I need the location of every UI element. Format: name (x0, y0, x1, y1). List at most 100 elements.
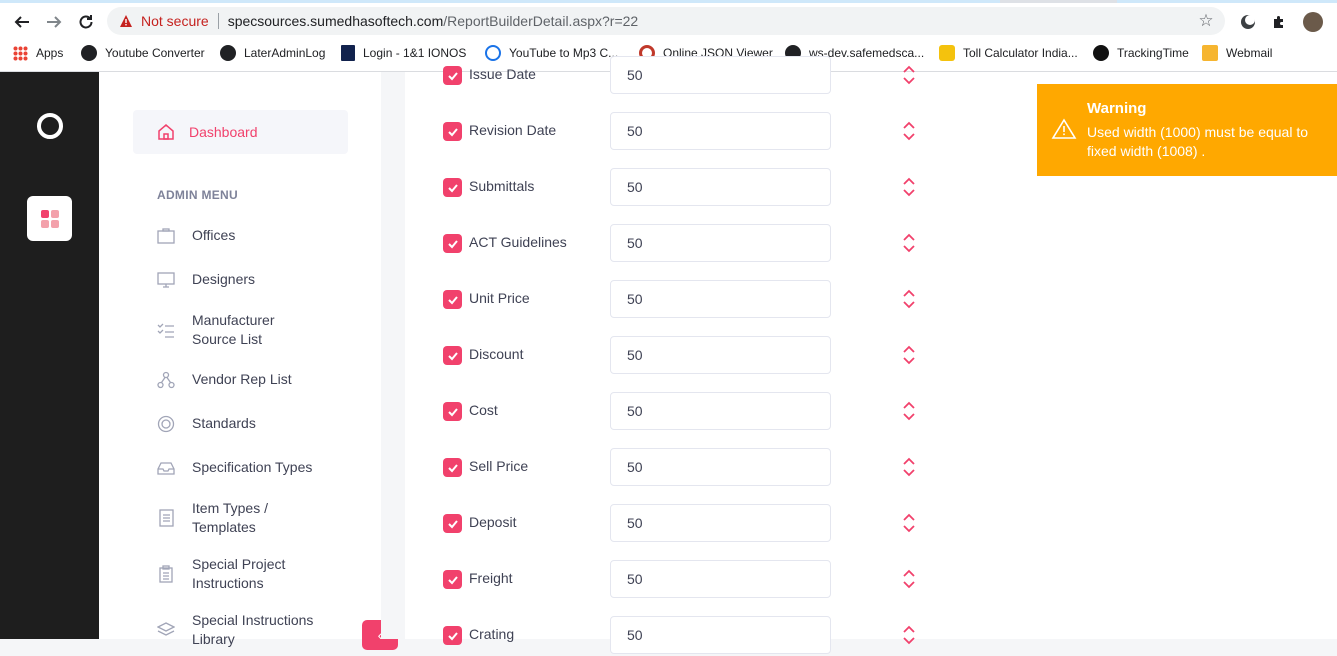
bookmark-label: TrackingTime (1117, 46, 1189, 60)
sort-handle-icon[interactable] (901, 624, 917, 646)
inbox-tray-icon (157, 461, 175, 475)
check-icon (447, 183, 458, 192)
column-width-input[interactable] (610, 112, 831, 150)
sidebar-item-label: Designers (192, 271, 256, 287)
url-host[interactable]: specsources.sumedhasoftech.com (228, 13, 444, 29)
moon-extension-icon[interactable] (1238, 12, 1258, 32)
sidebar-item-manufacturer-source-list[interactable]: Manufacturer Source List (157, 311, 357, 349)
omnibox-separator (217, 13, 219, 29)
bookmark-label: Youtube Converter (105, 46, 205, 60)
column-width-input[interactable] (610, 616, 831, 654)
arrow-left-icon (14, 16, 29, 28)
ionos-icon (341, 45, 355, 61)
sidebar-item-standards[interactable]: Standards (157, 414, 357, 433)
sidebar-item-designers[interactable]: Designers (157, 270, 357, 289)
sidebar: Dashboard ADMIN MENU Offices Designers M… (99, 72, 398, 650)
sidebar-item-label: Dashboard (189, 124, 258, 140)
column-include-checkbox[interactable] (443, 514, 462, 533)
reload-button[interactable] (73, 9, 99, 35)
sidebar-item-dashboard[interactable]: Dashboard (133, 110, 348, 154)
bookmark-apps[interactable]: Apps (13, 44, 63, 62)
briefcase-icon (157, 227, 175, 244)
column-include-checkbox[interactable] (443, 178, 462, 197)
sort-handle-icon[interactable] (901, 400, 917, 422)
check-icon (447, 351, 458, 360)
column-width-input[interactable] (610, 336, 831, 374)
check-icon (447, 631, 458, 640)
bookmark-youtube-converter[interactable]: Youtube Converter (81, 44, 205, 62)
toast-message: Used width (1000) must be equal to fixed… (1087, 124, 1309, 159)
sort-handle-icon[interactable] (901, 512, 917, 534)
column-width-input[interactable] (610, 280, 831, 318)
column-row: ACT Guidelines (405, 224, 1005, 264)
forward-button[interactable] (41, 9, 67, 35)
bookmark-lateradminlog[interactable]: LaterAdminLog (220, 44, 325, 62)
column-label: Cost (469, 402, 498, 418)
column-row: Issue Date (405, 56, 1005, 96)
column-include-checkbox[interactable] (443, 570, 462, 589)
check-icon (447, 295, 458, 304)
sidebar-item-label: Standards (192, 415, 256, 431)
sidebar-item-specification-types[interactable]: Specification Types (157, 458, 357, 477)
column-width-input[interactable] (610, 448, 831, 486)
sidebar-item-offices[interactable]: Offices (157, 226, 357, 245)
bookmark-webmail[interactable]: Webmail (1202, 44, 1272, 62)
column-label: Deposit (469, 514, 517, 530)
column-width-input[interactable] (610, 504, 831, 542)
column-label: ACT Guidelines (469, 234, 567, 250)
bookmark-trackingtime[interactable]: TrackingTime (1093, 44, 1189, 62)
sidebar-item-special-project-instructions[interactable]: Special Project Instructions (157, 555, 357, 593)
sidebar-item-label: Special Instructions Library (192, 612, 314, 647)
security-label[interactable]: Not secure (141, 13, 209, 29)
sort-handle-icon[interactable] (901, 288, 917, 310)
brand-logo-icon[interactable] (37, 113, 63, 139)
bookmark-label: LaterAdminLog (244, 46, 326, 60)
globe-icon (220, 45, 236, 61)
check-icon (447, 71, 458, 80)
sort-handle-icon[interactable] (901, 64, 917, 86)
column-width-input[interactable] (610, 560, 831, 598)
address-bar[interactable]: Not secure specsources.sumedhasoftech.co… (107, 7, 1225, 35)
check-icon (447, 463, 458, 472)
column-include-checkbox[interactable] (443, 346, 462, 365)
check-icon (447, 519, 458, 528)
column-row: Submittals (405, 168, 1005, 208)
people-network-icon (157, 371, 175, 388)
sort-handle-icon[interactable] (901, 232, 917, 254)
column-include-checkbox[interactable] (443, 66, 462, 85)
column-include-checkbox[interactable] (443, 290, 462, 309)
puzzle-extensions-icon[interactable] (1269, 12, 1289, 32)
column-include-checkbox[interactable] (443, 402, 462, 421)
sort-handle-icon[interactable] (901, 344, 917, 366)
icon-rail (0, 72, 99, 639)
column-include-checkbox[interactable] (443, 626, 462, 645)
sidebar-item-item-types-templates[interactable]: Item Types / Templates (157, 499, 357, 537)
profile-avatar[interactable] (1303, 12, 1323, 32)
url-path[interactable]: /ReportBuilderDetail.aspx?r=22 (443, 13, 638, 29)
column-label: Unit Price (469, 290, 530, 306)
sort-handle-icon[interactable] (901, 120, 917, 142)
column-label: Crating (469, 626, 515, 642)
column-row: Crating (405, 616, 1005, 656)
column-width-input[interactable] (610, 56, 831, 94)
column-row: Deposit (405, 504, 1005, 544)
sort-handle-icon[interactable] (901, 456, 917, 478)
column-width-input[interactable] (610, 168, 831, 206)
apps-menu-button[interactable] (27, 196, 72, 241)
column-include-checkbox[interactable] (443, 458, 462, 477)
sort-handle-icon[interactable] (901, 176, 917, 198)
layers-icon (157, 622, 175, 636)
column-label: Revision Date (469, 122, 557, 138)
mail-icon (1202, 45, 1218, 61)
column-include-checkbox[interactable] (443, 122, 462, 141)
column-width-input[interactable] (610, 392, 831, 430)
sort-handle-icon[interactable] (901, 568, 917, 590)
column-include-checkbox[interactable] (443, 234, 462, 253)
warning-toast[interactable]: Warning Used width (1000) must be equal … (1037, 84, 1337, 176)
sidebar-item-vendor-rep-list[interactable]: Vendor Rep List (157, 370, 357, 389)
sidebar-item-label: Specification Types (192, 459, 313, 475)
back-button[interactable] (9, 9, 35, 35)
bookmark-star-icon[interactable]: ☆ (1197, 12, 1215, 30)
sidebar-item-special-instructions-library[interactable]: Special Instructions Library (157, 611, 357, 649)
column-width-input[interactable] (610, 224, 831, 262)
